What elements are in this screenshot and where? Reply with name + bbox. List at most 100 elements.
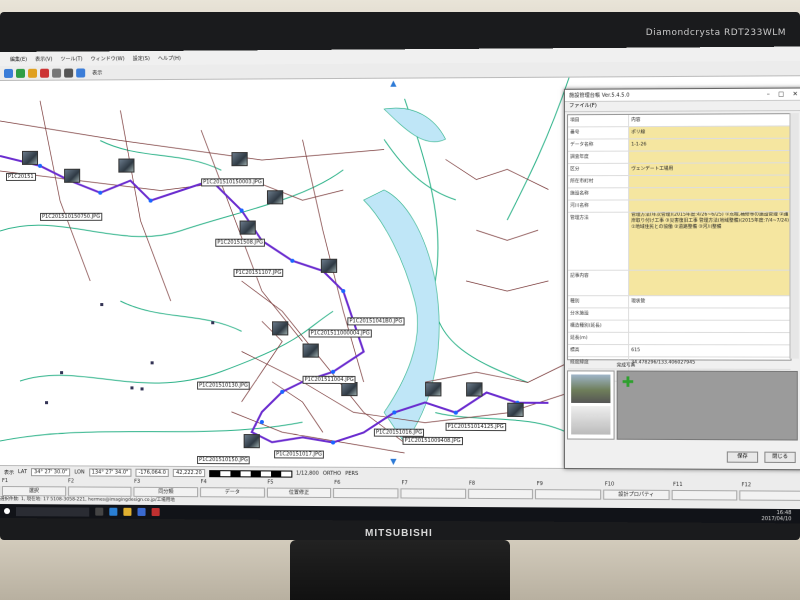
f10-design-property-button[interactable]: 設計プロパティ — [603, 489, 670, 501]
f2-button[interactable] — [67, 486, 132, 497]
prop-value[interactable] — [629, 175, 791, 188]
store-icon[interactable] — [137, 507, 146, 516]
f1-select-button[interactable]: 選択 — [1, 486, 66, 497]
screen: 編集(E) 表示(V) ツール(T) ウィンドウ(W) 設定(S) ヘルプ(H)… — [0, 46, 800, 524]
lat-field[interactable]: 34° 27' 30.0" — [31, 468, 71, 477]
prop-value[interactable] — [629, 187, 791, 200]
prop-value[interactable] — [629, 321, 790, 332]
f5-position-fix-button[interactable]: 位置修正 — [266, 487, 332, 499]
f6-button[interactable] — [333, 487, 399, 499]
prop-value[interactable]: 管理方法(年次管理)(2015年度:4/26~6/25) ①点検,補修等の施設管… — [629, 212, 791, 270]
grid-points — [44, 302, 215, 404]
y-field[interactable]: 42,222.20 — [173, 468, 205, 478]
prop-value[interactable]: 615 — [629, 345, 790, 357]
photo-label[interactable]: P1C201510150003.JPG — [201, 178, 264, 187]
f9-button[interactable] — [535, 489, 602, 500]
property-grid-scrollbar[interactable] — [789, 113, 799, 359]
photo-label[interactable]: P1C201511004.JPG — [302, 375, 356, 385]
prop-value[interactable]: ポリ線 — [629, 126, 791, 139]
pan-down-icon[interactable]: ▼ — [390, 457, 396, 466]
photo-label[interactable]: P1C20151 — [5, 172, 36, 181]
photo-thumbnail[interactable] — [425, 382, 442, 397]
photo-label[interactable]: P1C20151508.JPG — [215, 238, 266, 247]
photo-thumbnail[interactable] — [243, 434, 260, 449]
prop-value[interactable] — [629, 270, 791, 296]
f11-button[interactable] — [671, 489, 738, 501]
photo-label[interactable]: P1C20151014125.JPG — [445, 422, 506, 432]
photo-thumbnail[interactable] — [231, 152, 248, 167]
taskbar-search[interactable] — [16, 506, 90, 517]
pin-icon[interactable] — [40, 68, 50, 78]
photo-label[interactable]: P1C20151041B0.JPG — [347, 317, 405, 326]
globe-icon[interactable] — [16, 68, 26, 78]
prop-value[interactable]: ヴェンデート工場用 — [629, 163, 791, 176]
menu-window[interactable]: ウィンドウ(W) — [91, 55, 125, 62]
menu-tools[interactable]: ツール(T) — [60, 55, 82, 62]
menu-view[interactable]: 表示(V) — [35, 55, 52, 62]
photo-label[interactable]: P1C201511000004.JPG — [308, 329, 372, 338]
photo-thumbnail[interactable] — [239, 220, 256, 235]
photo-thumbnail[interactable] — [320, 258, 338, 273]
add-photo-icon[interactable]: ✚ — [622, 375, 634, 391]
prop-value[interactable] — [629, 333, 790, 344]
lat-label: LAT — [18, 469, 28, 476]
close-button[interactable]: 閉じる — [764, 451, 796, 464]
app-icon[interactable] — [151, 507, 160, 517]
photo-thumbnail[interactable] — [118, 158, 135, 173]
menu-help[interactable]: ヘルプ(H) — [158, 54, 181, 61]
photo-thumbnail[interactable] — [266, 190, 284, 205]
close-icon[interactable]: ✕ — [793, 91, 798, 98]
window-controls: – □ ✕ — [767, 91, 800, 98]
lon-field[interactable]: 134° 27' 34.0" — [88, 468, 132, 477]
prop-value[interactable] — [629, 150, 791, 163]
prop-value[interactable]: 現状管 — [629, 296, 790, 307]
photo-label[interactable]: P1C20151017.JPG — [274, 450, 325, 459]
menu-settings[interactable]: 設定(S) — [133, 54, 150, 62]
x-field[interactable]: -176,064.0 — [135, 468, 169, 477]
pan-up-icon[interactable]: ▲ — [390, 79, 396, 88]
explorer-icon[interactable] — [123, 507, 132, 516]
related-photo[interactable] — [571, 405, 611, 435]
f12-button[interactable] — [739, 490, 800, 501]
mode-radio[interactable]: 表示 — [4, 469, 14, 476]
prop-value[interactable] — [629, 308, 790, 319]
photo-label[interactable]: P1C201510150.JPG — [197, 455, 251, 465]
task-view-icon[interactable] — [95, 507, 104, 516]
photo-label[interactable]: P1C201510130.JPG — [197, 381, 251, 390]
photo-label[interactable]: P1C201510150750.JPG — [40, 212, 103, 221]
pers-radio[interactable]: PERS — [345, 471, 358, 477]
prop-key: 標高 — [568, 344, 630, 357]
property-grid: 項目 内容 番号 ポリ線 データ名称 1-1-26 調査年度 区分 ヴェンデート工場用 … — [567, 113, 792, 383]
f4-data-button[interactable]: データ — [200, 487, 265, 498]
layers-icon[interactable] — [76, 67, 86, 78]
ortho-radio[interactable]: ORTHO — [323, 471, 341, 477]
zoom-select[interactable]: 表示 — [92, 69, 102, 76]
photo-thumbnail[interactable] — [466, 382, 483, 397]
pointer-icon[interactable] — [3, 68, 14, 78]
ruler-icon[interactable] — [52, 68, 62, 78]
folder-icon[interactable] — [28, 68, 38, 78]
photo-thumbnail[interactable] — [302, 343, 319, 358]
f8-button[interactable] — [467, 488, 534, 500]
prop-value[interactable]: 1-1-26 — [629, 138, 791, 151]
photo-label[interactable]: P1C20151009408.JPG — [402, 436, 463, 446]
prop-value[interactable] — [629, 200, 791, 212]
photo-thumbnail[interactable] — [507, 402, 524, 417]
related-photo[interactable] — [571, 374, 611, 404]
photo-label[interactable]: P1C20151107.JPG — [233, 268, 284, 277]
tools-icon[interactable] — [64, 68, 74, 78]
f7-button[interactable] — [400, 488, 466, 499]
f3-same-class-button[interactable]: 同分類 — [133, 486, 199, 498]
maximize-icon[interactable]: □ — [778, 91, 784, 98]
photo-thumbnail[interactable] — [64, 168, 81, 183]
photo-thumbnail[interactable] — [22, 150, 39, 165]
dialog-menu-file[interactable]: ファイル(F) — [564, 100, 800, 113]
photo-thumbnail[interactable] — [341, 381, 358, 397]
start-icon[interactable] — [3, 508, 10, 515]
menu-edit[interactable]: 編集(E) — [10, 55, 27, 62]
save-button[interactable]: 保存 — [726, 451, 759, 463]
minimize-icon[interactable]: – — [767, 91, 770, 98]
photo-thumbnail[interactable] — [272, 321, 289, 336]
edge-icon[interactable] — [109, 507, 118, 516]
photo-label[interactable]: P1C20151016.JPG — [373, 428, 425, 437]
